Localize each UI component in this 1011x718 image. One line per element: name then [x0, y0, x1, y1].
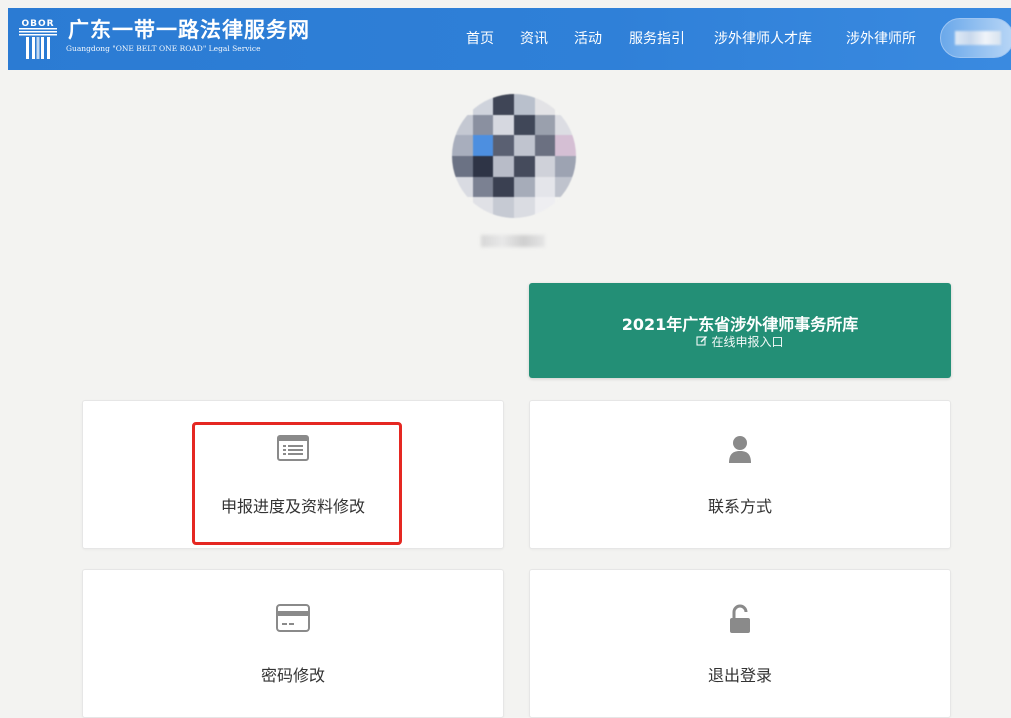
- card-label: 联系方式: [707, 497, 772, 516]
- svg-text:OBOR: OBOR: [21, 19, 54, 29]
- nav-law-firms[interactable]: 涉外律师所: [846, 28, 916, 48]
- banner-subtitle-row: 在线申报入口: [529, 333, 951, 350]
- unlock-icon: [730, 604, 750, 633]
- user-menu-button[interactable]: [940, 18, 1011, 58]
- edit-icon: [696, 336, 708, 346]
- banner-subtitle: 在线申报入口: [711, 335, 784, 349]
- nav-home[interactable]: 首页: [466, 28, 494, 48]
- profile-name-redacted: [481, 235, 545, 247]
- card-label: 申报进度及资料修改: [220, 497, 365, 516]
- site-title[interactable]: 广东一带一路法律服务网: [68, 14, 310, 44]
- card-label: 退出登录: [707, 666, 772, 685]
- card-label: 密码修改: [260, 666, 325, 685]
- credit-card-icon: [276, 604, 310, 632]
- nav-lawyer-talent-pool[interactable]: 涉外律师人才库: [714, 28, 812, 48]
- site-subtitle: Guangdong "ONE BELT ONE ROAD" Legal Serv…: [66, 44, 261, 53]
- site-header: OBOR 广东一带一路法律服务网 Guangdong "ONE BELT ONE…: [8, 8, 1011, 70]
- change-password-card[interactable]: 密码修改: [82, 569, 504, 718]
- avatar: [452, 94, 576, 218]
- application-progress-card[interactable]: 申报进度及资料修改: [82, 400, 504, 549]
- nav-news[interactable]: 资讯: [520, 28, 548, 48]
- list-card-icon: [277, 435, 309, 461]
- nav-service-guide[interactable]: 服务指引: [629, 28, 685, 48]
- user-icon: [729, 436, 751, 463]
- contact-info-card[interactable]: 联系方式: [529, 400, 951, 549]
- online-application-banner[interactable]: 2021年广东省涉外律师事务所库 在线申报入口: [529, 283, 951, 378]
- nav-events[interactable]: 活动: [574, 28, 602, 48]
- banner-title: 2021年广东省涉外律师事务所库: [621, 315, 859, 334]
- username-redacted: [955, 31, 1001, 45]
- obor-logo-icon[interactable]: OBOR: [18, 17, 58, 61]
- logout-card[interactable]: 退出登录: [529, 569, 951, 718]
